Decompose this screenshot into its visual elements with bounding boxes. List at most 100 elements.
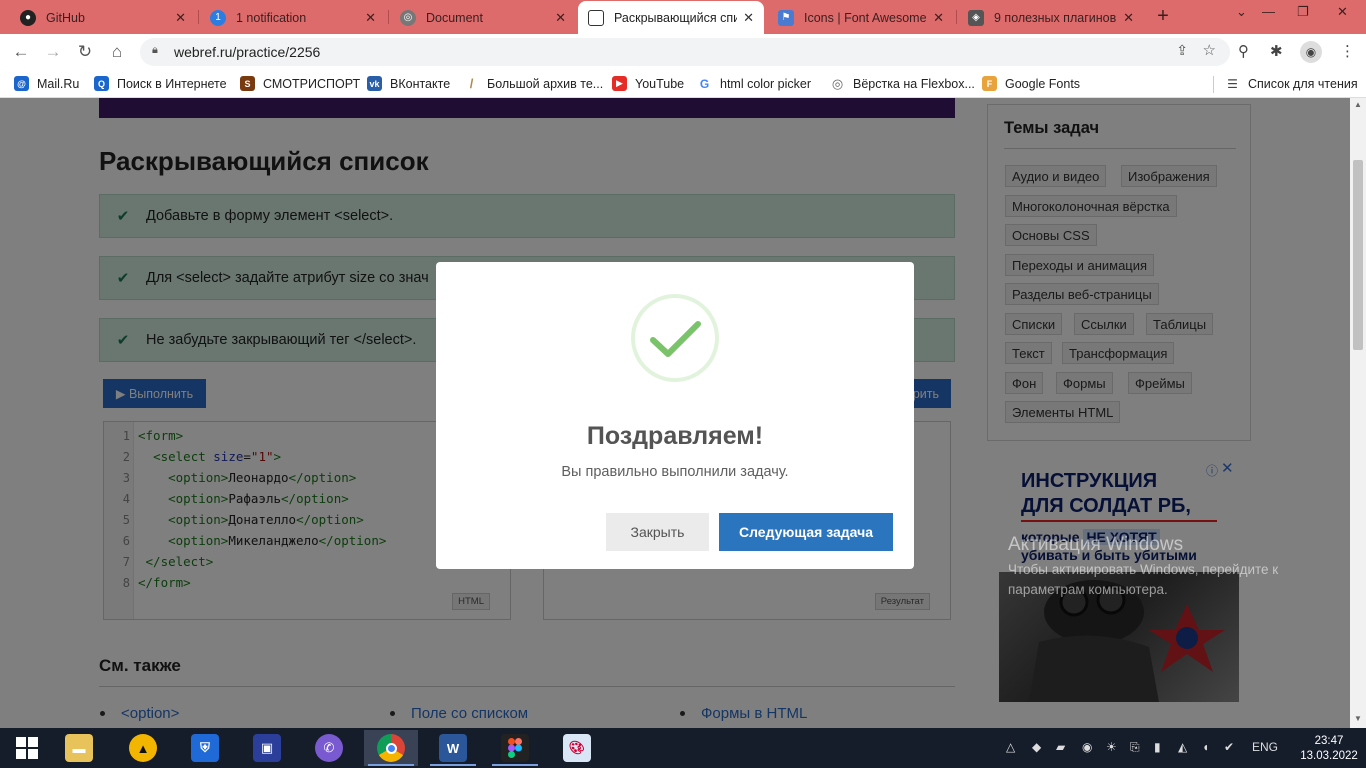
search-icon: Q [94, 76, 109, 91]
bookmark-label: Mail.Ru [37, 76, 80, 91]
bookmark-vk[interactable]: vk ВКонтакте [367, 76, 450, 91]
new-tab-button[interactable]: + [1152, 6, 1174, 28]
bookmark-separator [1213, 76, 1214, 93]
close-window-button[interactable]: ✕ [1337, 4, 1348, 20]
activation-watermark: Активация Windows [1008, 534, 1184, 555]
scroll-down-arrow[interactable]: ▼ [1353, 714, 1363, 723]
tray-app-icon[interactable]: ◆ [1032, 740, 1041, 754]
scroll-up-arrow[interactable]: ▲ [1353, 100, 1363, 109]
minimize-button[interactable]: — [1262, 4, 1275, 19]
close-button[interactable]: Закрыть [606, 513, 709, 551]
home-button[interactable]: ⌂ [106, 41, 128, 63]
palette-icon: 🎨︎ [563, 734, 591, 762]
language-indicator[interactable]: ENG [1252, 740, 1278, 754]
taskbar-figma[interactable] [488, 730, 542, 766]
success-ring [631, 294, 719, 382]
reading-list[interactable]: ☰ Список для чтения [1225, 76, 1358, 91]
extensions-icon[interactable]: ✱ [1270, 42, 1283, 60]
bookmark-archive[interactable]: / Большой архив те... [464, 76, 603, 91]
tray-battery-icon[interactable]: ▮ [1154, 740, 1161, 754]
taskbar-viber[interactable]: ✆ [302, 730, 356, 766]
back-button[interactable]: ← [10, 41, 32, 63]
brush-icon: / [464, 76, 479, 91]
taskbar-word[interactable]: W [426, 730, 480, 766]
taskbar-paint[interactable]: 🎨︎ [550, 730, 604, 766]
taskbar-archicad[interactable]: ▲ [116, 730, 170, 766]
system-clock[interactable]: 23:47 13.03.2022 [1296, 734, 1362, 764]
close-icon[interactable]: ✕ [175, 10, 186, 26]
close-icon[interactable]: ✕ [1123, 10, 1134, 26]
page-scrollbar[interactable]: ▲ ▼ [1350, 98, 1366, 728]
close-icon[interactable]: ✕ [365, 10, 376, 26]
tab-search-icon[interactable]: ⌄ [1236, 4, 1247, 20]
url-text: webref.ru/practice/2256 [174, 44, 321, 60]
profile-avatar[interactable]: ◉ [1300, 41, 1322, 63]
tray-onedrive-icon[interactable]: △ [1006, 740, 1015, 754]
viber-icon: ✆ [315, 734, 343, 762]
tray-steam-icon[interactable]: ◉ [1082, 740, 1092, 754]
bookmark-color-picker[interactable]: G html color picker [697, 76, 811, 91]
scroll-thumb[interactable] [1353, 160, 1363, 350]
tray-usb-icon[interactable]: ⎘ [1130, 740, 1140, 755]
activation-watermark-text: Чтобы активировать Windows, перейдите к … [1008, 562, 1279, 597]
next-task-button[interactable]: Следующая задача [719, 513, 893, 551]
taskbar-defender[interactable]: ⛨ [178, 730, 232, 766]
tab-font-awesome[interactable]: ⚑ Icons | Font Awesome ✕ [768, 1, 954, 34]
forward-button[interactable]: → [42, 41, 64, 63]
bookmark-flexbox[interactable]: ◎ Вёрстка на Flexbox... [830, 76, 975, 91]
tab-github[interactable]: ● GitHub ✕ [10, 1, 196, 34]
taskbar-chrome[interactable] [364, 730, 418, 766]
tab-label: Document [426, 10, 483, 25]
tray-nvidia-icon[interactable]: ▰ [1056, 740, 1065, 754]
shield-icon: ◈ [968, 9, 984, 26]
github-icon: ● [20, 9, 36, 26]
reload-button[interactable]: ↻ [74, 41, 96, 63]
tray-wifi-icon[interactable]: ◭ [1178, 740, 1187, 754]
font-awesome-icon: ⚑ [778, 9, 794, 26]
word-icon: W [439, 734, 467, 762]
open-indicator [492, 764, 538, 766]
tab-label: Icons | Font Awesome [804, 10, 927, 25]
maximize-button[interactable]: ❐ [1297, 4, 1309, 20]
windows-logo-icon [16, 737, 38, 759]
bookmark-youtube[interactable]: ▶ YouTube [612, 76, 684, 91]
lock-icon: 🔒︎ [152, 44, 158, 56]
menu-icon[interactable]: ⋮ [1340, 42, 1355, 60]
tray-security-icon[interactable]: ✔ [1224, 740, 1234, 754]
bookmark-mailru[interactable]: @ Mail.Ru [14, 76, 79, 91]
clock-date: 13.03.2022 [1300, 750, 1358, 762]
close-icon[interactable]: ✕ [933, 10, 944, 26]
taskbar-save[interactable]: ▣ [240, 730, 294, 766]
vk-icon: vk [367, 76, 382, 91]
notification-icon: 1 [210, 9, 226, 26]
bookmark-label: Поиск в Интернете [117, 76, 227, 91]
tray-weather-icon[interactable]: ☀ [1106, 740, 1117, 754]
browser-tab-strip: ● GitHub ✕ 1 1 notification ✕ ◎ Document… [0, 0, 1366, 34]
browser-toolbar: ← → ↻ ⌂ 🔒︎ webref.ru/practice/2256 ⇪ ☆ ⚲… [0, 34, 1366, 70]
youtube-icon: ▶ [612, 76, 627, 91]
tab-separator [388, 10, 389, 24]
address-bar[interactable]: 🔒︎ webref.ru/practice/2256 ⇪ ☆ [140, 38, 1230, 66]
start-button[interactable] [0, 730, 54, 766]
tab-notification[interactable]: 1 1 notification ✕ [200, 1, 386, 34]
zoom-search-icon[interactable]: ⚲ [1238, 42, 1249, 60]
bookmark-star-icon[interactable]: ☆ [1203, 41, 1216, 59]
close-icon[interactable]: ✕ [743, 10, 754, 26]
tab-document[interactable]: ◎ Document ✕ [390, 1, 576, 34]
floppy-icon: ▣ [253, 734, 281, 762]
tab-plugins[interactable]: ◈ 9 полезных плагинов V ✕ [958, 1, 1144, 34]
share-icon[interactable]: ⇪ [1176, 42, 1188, 59]
bookmark-label: Google Fonts [1005, 76, 1081, 91]
close-icon[interactable]: ✕ [555, 10, 566, 26]
taskbar-explorer[interactable]: ▬ [52, 730, 106, 766]
bookmark-search[interactable]: Q Поиск в Интернете [94, 76, 227, 91]
shield-icon: ⛨ [191, 734, 219, 762]
tray-volume-icon[interactable]: ◖ [1202, 740, 1209, 754]
smotrisport-icon: S [240, 76, 255, 91]
tab-dropdown-list[interactable]: Раскрывающийся спис ✕ [578, 1, 764, 34]
bookmark-smotrisport[interactable]: S СМОТРИСПОРТ [240, 76, 360, 91]
folder-icon: ▬ [65, 734, 93, 762]
windows-taskbar: ▬ ▲ ⛨ ▣ ✆ W 🎨︎ △ ◆ ▰ ◉ ☀ ⎘ ▮ ◭ ◖ ✔ ENG 2… [0, 728, 1366, 768]
bookmark-google-fonts[interactable]: F Google Fonts [982, 76, 1080, 91]
archicad-icon: ▲ [129, 734, 157, 762]
